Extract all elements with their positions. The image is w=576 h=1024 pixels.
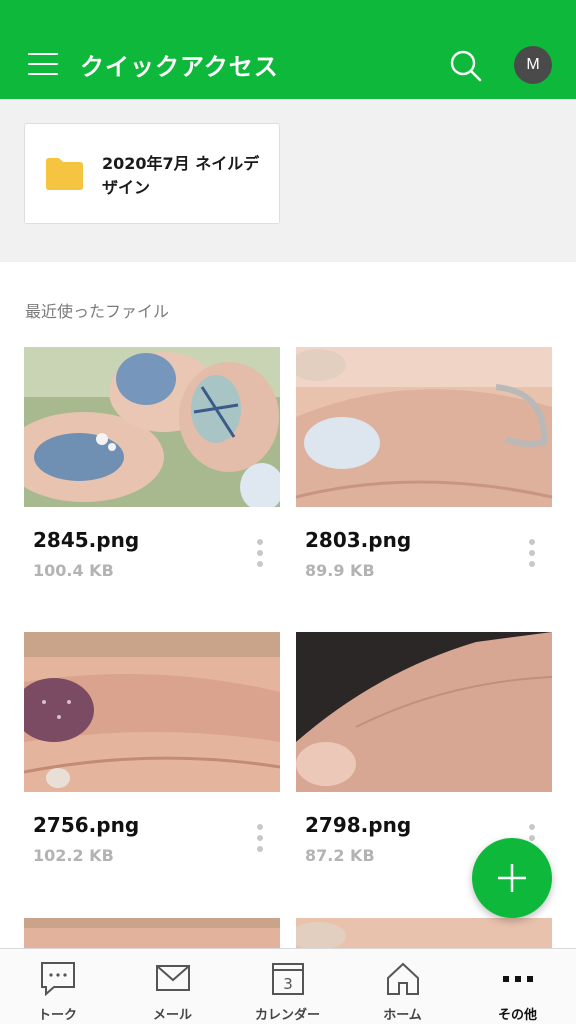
tab-label: カレンダー [254,1008,320,1023]
more-horizontal-icon [503,976,533,982]
file-thumbnail[interactable] [296,632,552,792]
file-name: 2756.png [33,813,140,837]
file-thumbnail[interactable] [24,632,280,792]
file-name: 2798.png [305,813,412,837]
tab-more[interactable]: その他 [460,949,575,1024]
more-vertical-icon[interactable] [254,824,266,856]
file-thumbnail[interactable] [296,347,552,507]
chat-bubble-icon [41,962,75,997]
tab-calendar[interactable]: 3 カレンダー [230,949,345,1024]
calendar-day-badge: 3 [283,975,293,993]
file-thumbnail[interactable] [296,918,552,948]
tab-label: その他 [497,1008,537,1023]
tab-mail[interactable]: メール [115,949,230,1024]
file-size: 102.2 KB [33,846,114,865]
tab-label: ホーム [383,1008,422,1023]
file-size: 89.9 KB [305,561,375,580]
mail-icon [156,965,190,991]
more-vertical-icon[interactable] [526,539,538,571]
file-thumbnail[interactable] [24,347,280,507]
tab-label: メール [152,1008,192,1023]
tab-home[interactable]: ホーム [345,949,460,1024]
file-size: 87.2 KB [305,846,375,865]
file-name: 2803.png [305,528,412,552]
add-button[interactable] [472,838,552,918]
file-size: 100.4 KB [33,561,114,580]
calendar-icon: 3 [272,963,304,995]
file-name: 2845.png [33,528,140,552]
more-vertical-icon[interactable] [254,539,266,571]
plus-icon [498,864,526,892]
tab-label: トーク [37,1008,77,1023]
tab-talk[interactable]: トーク [0,949,115,1024]
bottom-tab-bar: トーク メール 3 カレンダー ホーム その他 [0,948,576,1024]
home-icon [387,962,419,995]
file-thumbnail[interactable] [24,918,280,948]
